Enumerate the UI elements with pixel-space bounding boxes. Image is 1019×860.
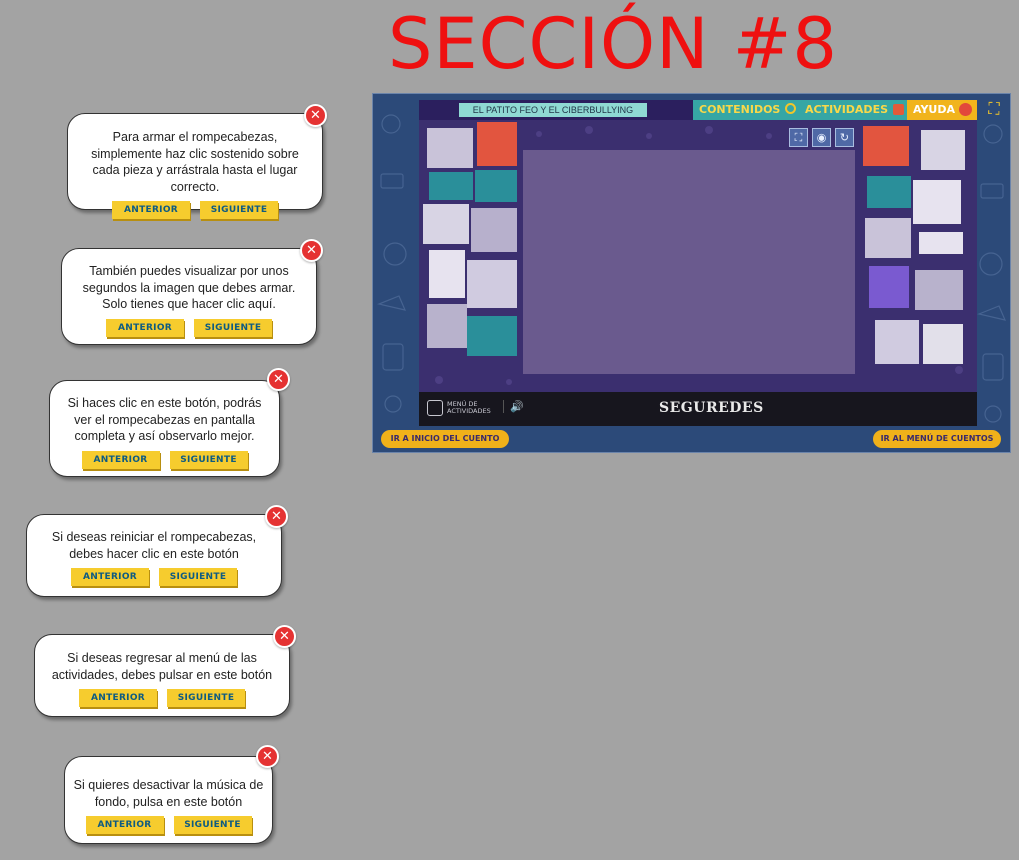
puzzle-icon [893,104,904,115]
puzzle-piece[interactable] [475,170,517,202]
puzzle-piece[interactable] [429,172,473,200]
tooltip-reset: Si deseas reiniciar el rompecabezas, deb… [26,514,282,597]
tooltip-text: Si haces clic en este botón, podrás ver … [67,396,262,443]
tooltip-text: Si deseas reiniciar el rompecabezas, deb… [51,530,257,561]
tooltip-activities-menu: Si deseas regresar al menú de las activi… [34,634,290,717]
close-icon[interactable]: ✕ [265,505,288,528]
puzzle-drop-area[interactable] [523,150,855,374]
nav-bar: CONTENIDOS ACTIVIDADES [693,100,907,120]
game-footer-bar: MENÚ DE ACTIVIDADES 🔊 SEGUREDES [419,392,977,426]
puzzle-piece[interactable] [471,208,517,252]
tooltip-fullscreen: Si haces clic en este botón, podrás ver … [49,380,280,477]
corner-fullscreen-button[interactable]: ⛶ [984,99,1004,119]
next-button[interactable]: SIGUIENTE [169,450,248,469]
next-button[interactable]: SIGUIENTE [167,689,245,707]
previous-button[interactable]: ANTERIOR [106,318,184,337]
puzzle-piece[interactable] [427,128,473,168]
tooltip-text: Si quieres desactivar la música de fondo… [73,778,264,809]
close-icon[interactable]: ✕ [304,104,327,127]
game-stage: EL PATITO FEO Y EL CIBERBULLYING CONTENI… [419,100,977,426]
fullscreen-button[interactable]: ⛶ [789,128,808,147]
next-button[interactable]: SIGUIENTE [200,201,278,219]
stories-menu-button[interactable]: IR AL MENÚ DE CUENTOS [873,430,1001,448]
puzzle-piece[interactable] [867,176,911,208]
next-button[interactable]: SIGUIENTE [173,816,252,834]
close-icon[interactable]: ✕ [256,745,279,768]
ayuda-link[interactable]: AYUDA [907,100,977,120]
puzzle-board: ⛶ ◉ ↻ [419,120,977,392]
game-header: EL PATITO FEO Y EL CIBERBULLYING CONTENI… [419,100,977,120]
puzzle-piece[interactable] [423,204,469,244]
close-icon[interactable]: ✕ [267,368,290,391]
tooltip-preview-image: También puedes visualizar por unos segun… [61,248,317,345]
puzzle-game-screen: ⛶ EL PATITO FEO Y EL CIBERBULLYING CONTE… [372,93,1011,453]
reset-button[interactable]: ↻ [835,128,854,147]
previous-button[interactable]: ANTERIOR [81,450,160,469]
menu-icon [427,400,443,416]
puzzle-piece[interactable] [467,260,517,308]
previous-button[interactable]: ANTERIOR [71,568,149,586]
tooltip-text: También puedes visualizar por unos segun… [82,264,296,311]
section-title: SECCIÓN #8 [388,3,838,85]
puzzle-piece[interactable] [429,250,465,298]
puzzle-piece[interactable] [875,320,919,364]
help-icon [959,103,972,116]
actividades-link[interactable]: ACTIVIDADES [805,102,888,118]
tooltip-text: Si deseas regresar al menú de las activi… [51,651,273,682]
ayuda-label: AYUDA [913,103,956,116]
next-button[interactable]: SIGUIENTE [159,568,237,586]
back-to-story-button[interactable]: IR A INICIO DEL CUENTO [381,430,509,448]
puzzle-piece[interactable] [467,316,517,356]
story-title: EL PATITO FEO Y EL CIBERBULLYING [459,103,647,117]
activities-menu-button[interactable]: MENÚ DE ACTIVIDADES [427,399,499,419]
puzzle-piece[interactable] [915,270,963,310]
previous-button[interactable]: ANTERIOR [79,689,157,707]
preview-button[interactable]: ◉ [812,128,831,147]
puzzle-piece[interactable] [923,324,963,364]
puzzle-piece[interactable] [913,180,961,224]
puzzle-piece[interactable] [919,232,963,254]
contenidos-link[interactable]: CONTENIDOS [699,102,780,118]
search-icon [785,103,796,114]
tooltip-music: Si quieres desactivar la música de fondo… [64,756,273,844]
previous-button[interactable]: ANTERIOR [112,201,190,219]
puzzle-piece[interactable] [921,130,965,170]
puzzle-piece[interactable] [427,304,467,348]
tooltip-drag-pieces: Para armar el rompecabezas, simplemente … [67,113,323,219]
tooltip-text: Para armar el rompecabezas, simplemente … [91,130,299,194]
menu-label: MENÚ DE ACTIVIDADES [447,400,491,415]
brand-logo: SEGUREDES [659,400,764,416]
next-button[interactable]: SIGUIENTE [194,318,272,337]
puzzle-piece[interactable] [865,218,911,258]
close-icon[interactable]: ✕ [300,239,323,262]
previous-button[interactable]: ANTERIOR [85,816,164,834]
puzzle-piece[interactable] [477,122,517,166]
puzzle-piece[interactable] [863,126,909,166]
sound-button[interactable]: 🔊 [503,400,524,413]
puzzle-piece[interactable] [869,266,909,308]
close-icon[interactable]: ✕ [273,625,296,648]
